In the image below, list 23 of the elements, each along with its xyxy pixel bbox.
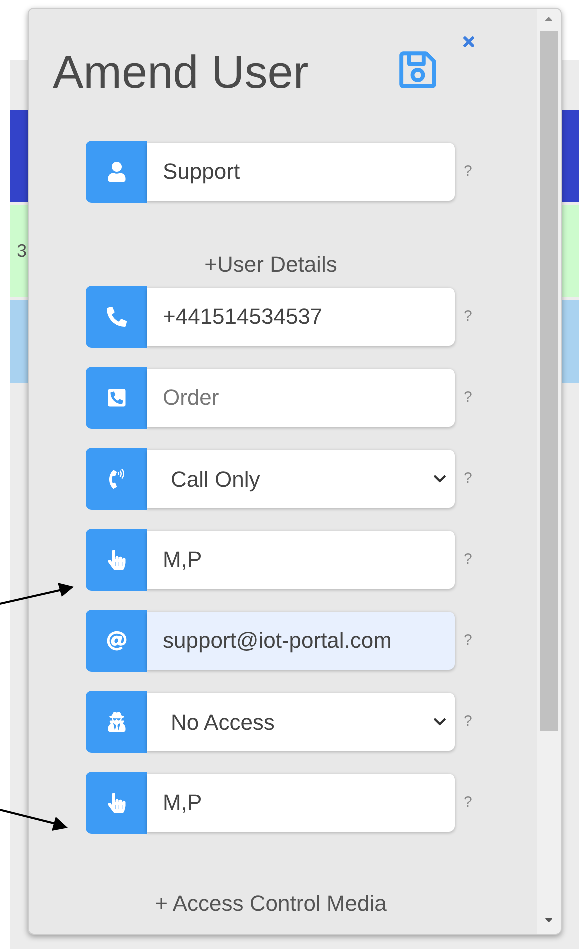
- save-icon[interactable]: [396, 49, 439, 91]
- section-link[interactable]: + Access Control Media: [86, 887, 456, 920]
- scrollbar-thumb[interactable]: [540, 31, 558, 731]
- phone-icon: [106, 307, 126, 327]
- pointing-hand-icon: [106, 793, 126, 813]
- input-field[interactable]: support@iot-portal.com: [147, 612, 455, 670]
- annotation-arrow: [0, 808, 70, 834]
- input-field[interactable]: M,P: [147, 531, 455, 589]
- table-cell-text: 3: [17, 240, 28, 262]
- hatted-figure-icon: [106, 712, 126, 732]
- input-field[interactable]: +441514534537: [147, 288, 455, 346]
- phone-volume-icon: [106, 469, 126, 489]
- user-icon: [106, 162, 126, 182]
- close-icon[interactable]: [460, 34, 477, 50]
- dropdown[interactable]: Call Only: [147, 450, 455, 508]
- input-field[interactable]: Support: [147, 143, 455, 201]
- section-link[interactable]: +User Details: [86, 248, 456, 281]
- input-field[interactable]: M,P: [147, 774, 455, 832]
- dialog-title: Amend User: [53, 49, 309, 95]
- pointing-hand-icon: [106, 550, 126, 570]
- at-sign-icon: [106, 631, 126, 651]
- input-field[interactable]: Order: [147, 369, 455, 427]
- dropdown[interactable]: No Access: [147, 693, 455, 751]
